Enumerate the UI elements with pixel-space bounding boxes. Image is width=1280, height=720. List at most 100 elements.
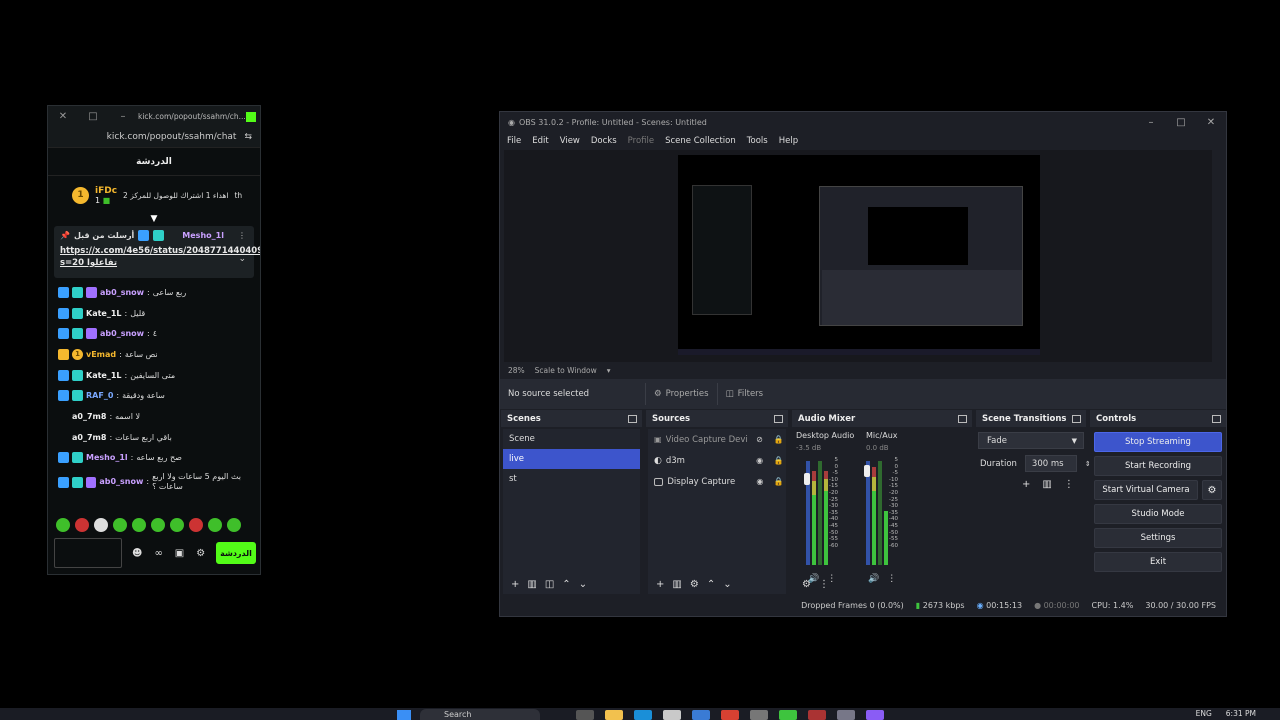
filters-button[interactable]: ◫ Filters (716, 383, 772, 405)
chevron-down-icon[interactable]: ⌄ (723, 579, 731, 590)
menu-tools[interactable]: Tools (747, 136, 768, 146)
message-user[interactable]: Kate_1L (86, 371, 122, 380)
properties-button[interactable]: ⚙ Properties (645, 383, 717, 405)
chat-input[interactable] (54, 538, 122, 568)
menu-view[interactable]: View (560, 136, 580, 146)
lock-icon[interactable]: 🔒 (771, 456, 786, 465)
chevron-up-icon[interactable]: ⌃ (562, 579, 570, 590)
transition-select[interactable]: Fade ▼ (978, 432, 1084, 449)
chevron-down-icon[interactable]: ⌄ (579, 579, 587, 590)
source-item[interactable]: ▣Video Capture Device ⊘ 🔒 (648, 429, 786, 450)
chevron-down-icon[interactable]: ▾ (607, 366, 611, 375)
emote-icon[interactable] (94, 518, 108, 532)
message-user[interactable]: Mesho_1l (86, 453, 128, 462)
volume-fader-knob[interactable] (864, 465, 870, 477)
close-icon[interactable]: ✕ (1196, 117, 1226, 128)
emote-icon[interactable] (170, 518, 184, 532)
studio-mode-button[interactable]: Studio Mode (1094, 504, 1222, 524)
maximize-icon[interactable]: □ (78, 111, 108, 122)
eye-icon[interactable]: ◉ (752, 456, 767, 465)
undock-icon[interactable] (628, 414, 637, 423)
collapse-arrow-icon[interactable]: ▼ (48, 214, 260, 226)
hidden-eye-icon[interactable]: ⊘ (752, 435, 767, 444)
scene-item-selected[interactable]: live (503, 449, 640, 469)
obs-taskbar-icon[interactable] (750, 710, 768, 720)
message-user[interactable]: a0_7m8 (72, 412, 106, 421)
emote-icon[interactable] (56, 518, 70, 532)
gear-icon[interactable]: ⚙ (196, 548, 205, 559)
store-icon[interactable] (663, 710, 681, 720)
preview-area[interactable] (504, 150, 1212, 362)
minimize-icon[interactable]: – (108, 111, 138, 122)
menu-edit[interactable]: Edit (532, 136, 548, 146)
send-chat-button[interactable]: الدردشة (216, 542, 256, 564)
filter-icon[interactable]: ◫ (545, 579, 554, 590)
discord-icon[interactable] (866, 710, 884, 720)
duration-input[interactable]: 300 ms (1024, 455, 1077, 472)
clock[interactable]: 6:31 PM (1226, 709, 1256, 718)
source-item[interactable]: Display Capture ◉ 🔒 (648, 471, 786, 492)
start-recording-button[interactable]: Start Recording (1094, 456, 1222, 476)
lock-icon[interactable]: 🔒 (771, 477, 786, 486)
task-view-icon[interactable] (576, 710, 594, 720)
add-icon[interactable]: + (656, 579, 664, 590)
menu-scene-collection[interactable]: Scene Collection (665, 136, 736, 146)
source-item[interactable]: ◐ d3m ◉ 🔒 (648, 450, 786, 471)
app-icon[interactable] (808, 710, 826, 720)
undock-icon[interactable] (1072, 414, 1081, 423)
site-settings-icon[interactable]: ⇆ (244, 132, 252, 142)
more-options-icon[interactable]: ⋮ (887, 574, 896, 584)
app-icon[interactable] (692, 710, 710, 720)
speaker-icon[interactable]: 🔊 (868, 574, 879, 584)
volume-fader-knob[interactable] (804, 473, 810, 485)
add-icon[interactable]: + (511, 579, 519, 590)
stop-streaming-button[interactable]: Stop Streaming (1094, 432, 1222, 452)
emote-icon[interactable] (189, 518, 203, 532)
trash-icon[interactable]: ▥ (672, 579, 681, 590)
emote-icon[interactable] (75, 518, 89, 532)
more-options-icon[interactable]: ⋮ (1064, 479, 1074, 490)
add-icon[interactable]: + (1022, 479, 1030, 490)
gear-icon[interactable]: ⚙ (802, 579, 811, 590)
emote-icon[interactable] (113, 518, 127, 532)
more-options-icon[interactable]: ⋮ (819, 579, 829, 590)
gift-icon[interactable]: ▣ (175, 548, 184, 559)
close-icon[interactable]: ✕ (48, 111, 78, 122)
message-user[interactable]: a0_7m8 (72, 433, 106, 442)
trash-icon[interactable]: ▥ (527, 579, 536, 590)
more-options-icon[interactable]: ⋮ (238, 231, 246, 240)
emote-icon[interactable] (151, 518, 165, 532)
chrome-icon[interactable] (721, 710, 739, 720)
message-user[interactable]: ab0_snow (99, 477, 143, 487)
menu-docks[interactable]: Docks (591, 136, 617, 146)
kick-emote-icon[interactable]: ∞ (154, 548, 162, 559)
chevron-up-icon[interactable]: ⌃ (707, 579, 715, 590)
emote-icon[interactable] (208, 518, 222, 532)
message-user[interactable]: Kate_1L (86, 309, 122, 318)
input-language[interactable]: ENG (1196, 709, 1212, 718)
message-user[interactable]: ab0_snow (100, 329, 144, 338)
emote-icon[interactable] (132, 518, 146, 532)
undock-icon[interactable] (1212, 414, 1221, 423)
app-icon[interactable] (779, 710, 797, 720)
chat-url[interactable]: kick.com/popout/ssahm/chat (107, 132, 237, 142)
pinned-user[interactable]: Mesho_1l (182, 231, 224, 240)
settings-button[interactable]: Settings (1094, 528, 1222, 548)
trash-icon[interactable]: ▥ (1042, 479, 1051, 490)
emoji-icon[interactable]: ☻ (132, 548, 142, 559)
eye-icon[interactable]: ◉ (753, 477, 768, 486)
windows-start-icon[interactable] (397, 710, 411, 720)
minimize-icon[interactable]: – (1136, 117, 1166, 128)
menu-file[interactable]: File (507, 136, 521, 146)
preview-canvas[interactable] (678, 155, 1040, 355)
emote-icon[interactable] (227, 518, 241, 532)
exit-button[interactable]: Exit (1094, 552, 1222, 572)
message-user[interactable]: ab0_snow (100, 288, 144, 297)
gear-icon[interactable]: ⚙ (1202, 480, 1222, 500)
taskbar-search[interactable]: Search (420, 709, 540, 720)
message-user[interactable]: RAF_0 (86, 391, 113, 400)
edge-icon[interactable] (634, 710, 652, 720)
message-user[interactable]: vEmad (86, 350, 116, 359)
maximize-icon[interactable]: □ (1166, 117, 1196, 128)
file-explorer-icon[interactable] (605, 710, 623, 720)
